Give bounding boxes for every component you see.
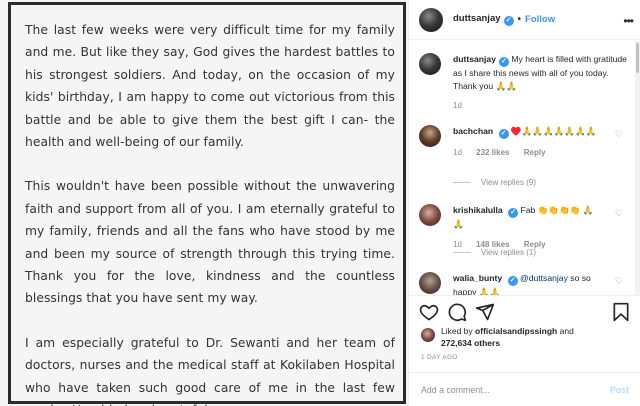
verified-badge-icon: ✓	[498, 57, 509, 67]
likes-prefix: Liked by	[441, 326, 473, 336]
view-replies-button[interactable]: View replies (9)	[453, 178, 536, 187]
post-paragraph-3: I am especially grateful to Dr. Sewanti …	[25, 335, 395, 406]
comment-bubble-icon[interactable]	[447, 302, 467, 322]
post-paragraph-2: This wouldn't have been possible without…	[25, 179, 395, 306]
liker-avatar[interactable]	[421, 328, 435, 342]
commenter-avatar[interactable]	[419, 204, 441, 226]
caption-avatar[interactable]	[419, 53, 441, 75]
like-comment-heart-icon[interactable]: ♡	[615, 276, 623, 287]
author-avatar[interactable]	[419, 7, 443, 32]
view-replies-label: View replies (1)	[481, 248, 536, 257]
commenter-avatar[interactable]	[419, 272, 441, 294]
reply-button[interactable]: Reply	[524, 148, 546, 157]
post-actions: Liked by officialsandipssingh and 272,63…	[409, 295, 640, 371]
scrollbar-thumb[interactable]	[636, 43, 639, 73]
save-bookmark-icon[interactable]	[611, 302, 631, 322]
follow-button[interactable]: Follow	[525, 14, 555, 25]
comment-likes[interactable]: 232 likes	[476, 148, 509, 157]
post-comment-button[interactable]: Post	[610, 385, 629, 395]
caption-username[interactable]: duttsanjay	[453, 54, 496, 64]
commenter-username[interactable]: bachchan	[453, 126, 493, 136]
like-comment-heart-icon[interactable]: ♡	[615, 208, 623, 219]
likes-count[interactable]: 272,634 others	[441, 338, 500, 348]
share-send-icon[interactable]	[475, 302, 495, 322]
commenter-username[interactable]: walia_bunty	[453, 273, 502, 283]
verified-badge-icon: ✓	[503, 16, 514, 26]
author-username[interactable]: duttsanjay ✓	[453, 13, 514, 26]
view-replies-label: View replies (9)	[481, 178, 536, 187]
comment-text: bachchan ✓ ♥️🙏🙏🙏🙏🙏🙏🙏 1d 232 likes Reply	[453, 125, 603, 160]
post-image[interactable]: The last few weeks were very difficult t…	[0, 0, 408, 406]
post-side-panel: duttsanjay ✓ • Follow ••• duttsanjay ✓ My …	[408, 0, 640, 406]
more-options-icon[interactable]: •••	[623, 14, 634, 28]
post-text: The last few weeks were very difficult t…	[25, 19, 395, 406]
likes-conjunction: and	[559, 326, 574, 336]
replies-divider	[453, 252, 471, 253]
verified-badge-icon: ✓	[507, 276, 518, 286]
like-heart-icon[interactable]	[419, 302, 439, 322]
verified-badge-icon: ✓	[498, 129, 509, 139]
liker-username[interactable]: officialsandipssingh	[475, 326, 557, 336]
likes-summary: Liked by officialsandipssingh and 272,63…	[421, 326, 574, 349]
view-replies-button[interactable]: View replies (1)	[453, 248, 536, 257]
add-comment-input[interactable]	[421, 384, 610, 395]
add-comment-bar: Post	[409, 372, 640, 406]
comment-body: ♥️🙏🙏🙏🙏🙏🙏🙏	[510, 126, 597, 136]
commenter-avatar[interactable]	[419, 125, 441, 147]
mention-link[interactable]: @duttsanjay	[520, 273, 568, 283]
commenter-username[interactable]: krishikalulla	[453, 205, 503, 215]
comments-list[interactable]: duttsanjay ✓ My heart is filled with grat…	[409, 41, 640, 295]
post-header: duttsanjay ✓ • Follow •••	[409, 0, 640, 40]
post-paragraph-1: The last few weeks were very difficult t…	[25, 23, 395, 150]
replies-divider	[453, 182, 471, 183]
caption-time[interactable]: 1d	[453, 101, 462, 110]
comments-scrollbar[interactable]	[635, 41, 640, 295]
comment-text: krishikalulla ✓ Fab 👏👏👏👏 🙏🙏 1d 148 likes…	[453, 204, 603, 251]
caption-text: duttsanjay ✓ My heart is filled with grat…	[453, 53, 629, 113]
caption-meta: 1d	[453, 100, 629, 113]
verified-badge-icon: ✓	[508, 208, 519, 218]
post-frame: The last few weeks were very difficult t…	[8, 2, 406, 406]
comment-time[interactable]: 1d	[453, 148, 462, 157]
like-comment-heart-icon[interactable]: ♡	[615, 129, 623, 140]
comment-meta: 1d 232 likes Reply	[453, 147, 603, 160]
comment-text: walia_bunty ✓ @duttsanjay so so happy 🙏🙏	[453, 272, 603, 295]
separator-dot: •	[517, 14, 522, 25]
post-timestamp[interactable]: 1 DAY AGO	[421, 354, 458, 361]
likes-text: Liked by officialsandipssingh and 272,63…	[441, 326, 574, 349]
